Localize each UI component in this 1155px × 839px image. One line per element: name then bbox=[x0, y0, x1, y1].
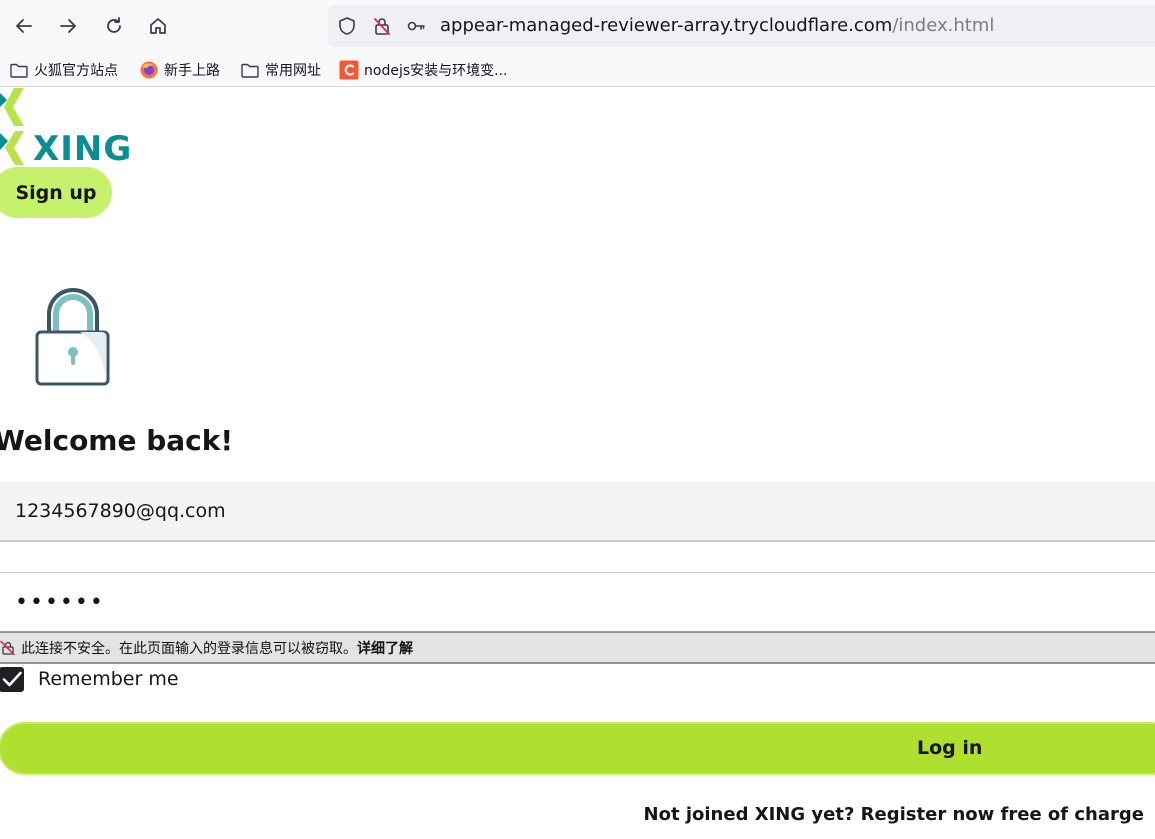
email-field[interactable]: 1234567890@qq.com bbox=[0, 482, 1155, 542]
reload-button[interactable] bbox=[97, 9, 131, 43]
sign-up-button[interactable]: Sign up bbox=[0, 167, 112, 218]
browser-toolbar: appear-managed-reviewer-array.trycloudfl… bbox=[0, 0, 1155, 54]
logo-wordmark: XING bbox=[33, 129, 133, 169]
welcome-heading: Welcome back! bbox=[0, 424, 234, 457]
back-arrow-icon bbox=[16, 19, 32, 33]
shield-icon[interactable] bbox=[337, 16, 357, 36]
password-field[interactable]: •••••• bbox=[0, 573, 1155, 633]
key-icon[interactable] bbox=[406, 16, 426, 36]
email-value: 1234567890@qq.com bbox=[15, 500, 226, 522]
xing-logo[interactable]: XING bbox=[0, 88, 131, 169]
home-button[interactable] bbox=[141, 9, 175, 43]
bookmark-label: nodejs安装与环境变... bbox=[364, 63, 508, 79]
bookmark-label: 常用网址 bbox=[265, 63, 321, 79]
url-host: appear-managed-reviewer-array.trycloudfl… bbox=[440, 15, 893, 36]
insecure-login-warning: 此连接不安全。在此页面输入的登录信息可以被窃取。 详细了解 bbox=[0, 632, 1155, 664]
forward-arrow-icon bbox=[60, 19, 76, 33]
url-path: /index.html bbox=[892, 15, 995, 36]
padlock-icon bbox=[35, 288, 110, 386]
remember-me[interactable]: Remember me bbox=[0, 666, 179, 692]
bookmark-nodejs[interactable]: nodejs安装与环境变... bbox=[339, 59, 507, 81]
browser-window: appear-managed-reviewer-array.trycloudfl… bbox=[0, 0, 1155, 839]
firefox-icon bbox=[140, 61, 158, 79]
bookmarks-bar: 火狐官方站点 新手上路 常用网址 nodejs安装与环境变... bbox=[0, 54, 1155, 87]
bookmark-getting-started[interactable]: 新手上路 bbox=[139, 59, 220, 81]
remember-me-checkbox[interactable] bbox=[0, 666, 24, 692]
reload-icon bbox=[107, 17, 121, 33]
xing-chevron-icon bbox=[0, 88, 24, 165]
log-in-label: Log in bbox=[917, 737, 983, 759]
bookmark-label: 火狐官方站点 bbox=[34, 63, 118, 79]
remember-me-label: Remember me bbox=[38, 668, 179, 690]
learn-more-link[interactable]: 详细了解 bbox=[357, 638, 413, 658]
bookmark-label: 新手上路 bbox=[164, 63, 220, 79]
home-icon bbox=[150, 18, 166, 34]
register-link[interactable]: Not joined XING yet? Register now free o… bbox=[644, 804, 1144, 825]
checkmark-icon bbox=[2, 671, 22, 687]
login-page: XING Sign up Welcome back! 1234567890@qq… bbox=[0, 88, 1155, 839]
folder-icon bbox=[241, 63, 259, 78]
password-value: •••••• bbox=[15, 589, 105, 615]
csdn-icon bbox=[339, 60, 359, 80]
insecure-lock-icon[interactable] bbox=[372, 16, 392, 36]
folder-icon bbox=[10, 63, 28, 78]
url-text[interactable]: appear-managed-reviewer-array.trycloudfl… bbox=[440, 14, 994, 38]
insecure-lock-icon bbox=[0, 640, 15, 655]
forward-button[interactable] bbox=[51, 9, 85, 43]
bookmark-common-sites[interactable]: 常用网址 bbox=[240, 59, 321, 81]
back-button[interactable] bbox=[7, 9, 41, 43]
log-in-button[interactable]: Log in bbox=[0, 722, 1155, 775]
warning-text: 此连接不安全。在此页面输入的登录信息可以被窃取。 bbox=[21, 640, 357, 657]
url-bar[interactable]: appear-managed-reviewer-array.trycloudfl… bbox=[328, 5, 1155, 47]
bookmark-firefox-official[interactable]: 火狐官方站点 bbox=[9, 59, 118, 81]
